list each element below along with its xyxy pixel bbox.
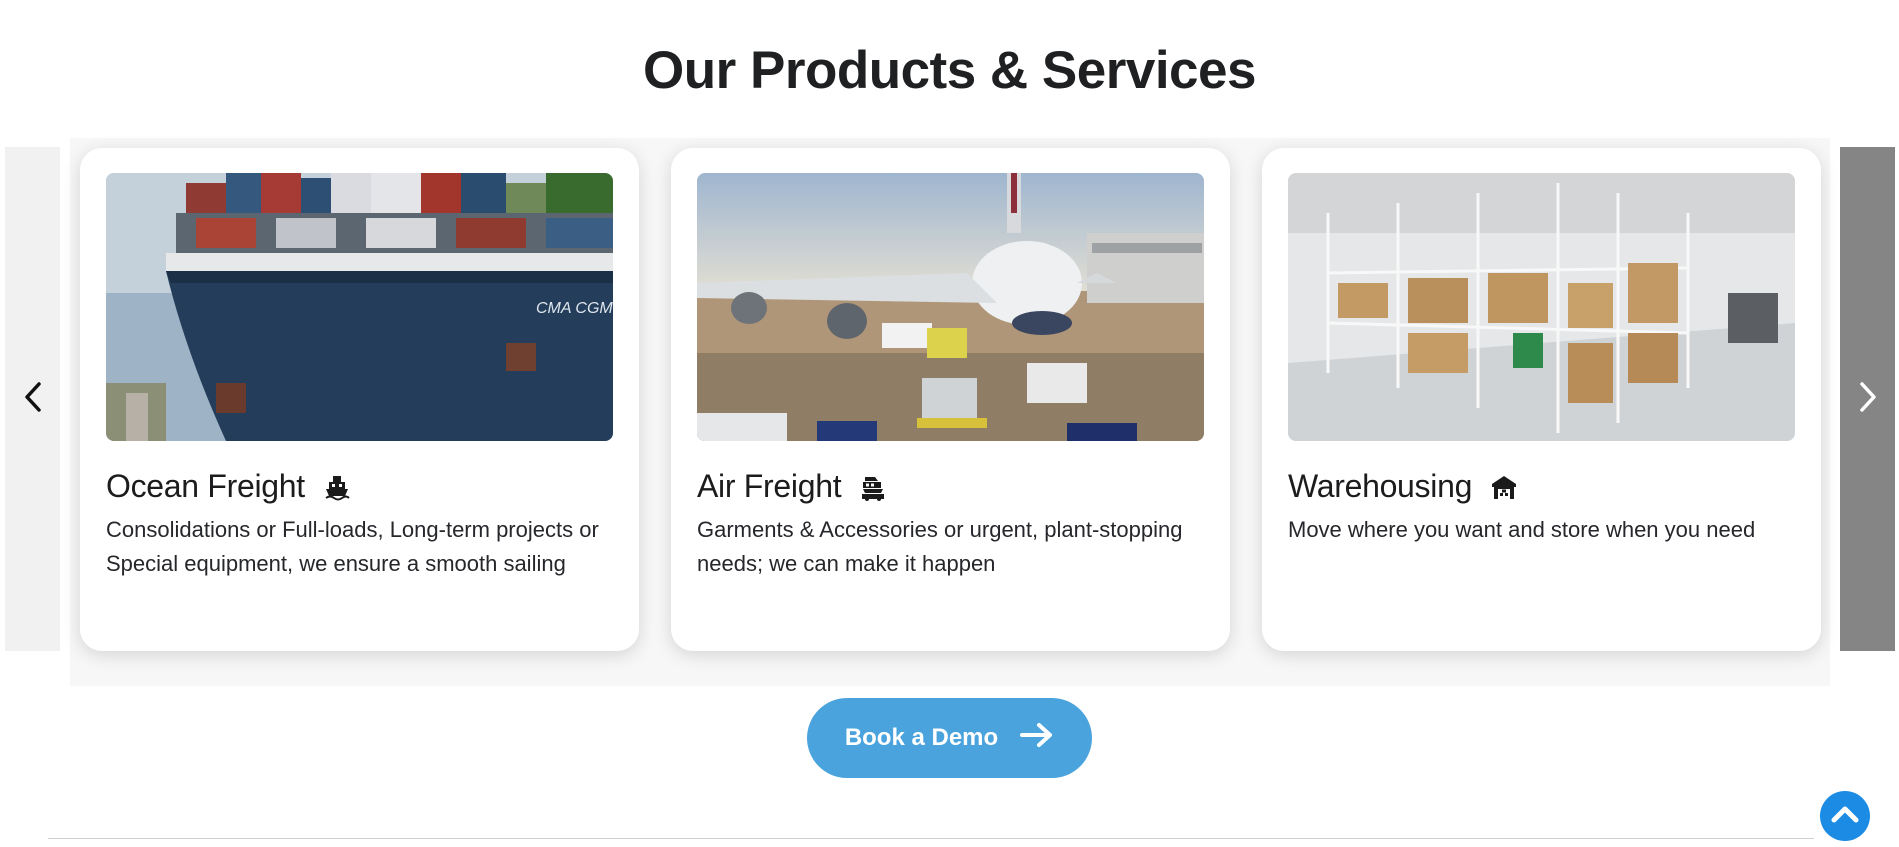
card-title: Warehousing bbox=[1288, 468, 1473, 504]
ocean-freight-title-row: Ocean Freight bbox=[106, 468, 351, 505]
section-title: Our Products & Services bbox=[643, 41, 1256, 100]
ocean-freight-image: CMA CGM bbox=[106, 173, 613, 441]
ship-icon bbox=[323, 473, 351, 501]
card-description: Move where you want and store when you n… bbox=[1288, 517, 1756, 542]
chevron-right-icon bbox=[1857, 381, 1879, 418]
service-card-warehousing[interactable]: Warehousing Move where you want and stor… bbox=[1262, 148, 1821, 651]
cargo-transport-icon bbox=[859, 473, 887, 501]
book-demo-button[interactable]: Book a Demo bbox=[807, 698, 1092, 778]
service-card-ocean-freight[interactable]: CMA CGM Ocean Freight Consolidations or … bbox=[80, 148, 639, 651]
scroll-to-top-button[interactable] bbox=[1820, 791, 1870, 841]
card-description: Consolidations or Full-loads, Long-term … bbox=[106, 517, 599, 576]
book-demo-label: Book a Demo bbox=[844, 724, 999, 751]
footer-divider bbox=[48, 838, 1814, 839]
card-title: Air Freight bbox=[697, 468, 842, 504]
card-description: Garments & Accessories or urgent, plant-… bbox=[697, 517, 1183, 576]
carousel-next-button[interactable] bbox=[1840, 147, 1895, 651]
arrow-right-icon bbox=[1020, 722, 1054, 755]
air-freight-title-row: Air Freight bbox=[697, 468, 887, 505]
svg-text:CMA CGM: CMA CGM bbox=[536, 300, 613, 317]
chevron-left-icon bbox=[22, 381, 44, 418]
carousel-prev-button[interactable] bbox=[5, 147, 60, 651]
service-card-air-freight[interactable]: Air Freight Garments & Accessories or ur… bbox=[671, 148, 1230, 651]
chevron-up-icon bbox=[1830, 803, 1860, 830]
warehouse-icon bbox=[1490, 473, 1518, 501]
warehousing-title-row: Warehousing bbox=[1288, 468, 1518, 505]
air-freight-image bbox=[697, 173, 1204, 441]
warehousing-image bbox=[1288, 173, 1795, 441]
card-title: Ocean Freight bbox=[106, 468, 305, 504]
